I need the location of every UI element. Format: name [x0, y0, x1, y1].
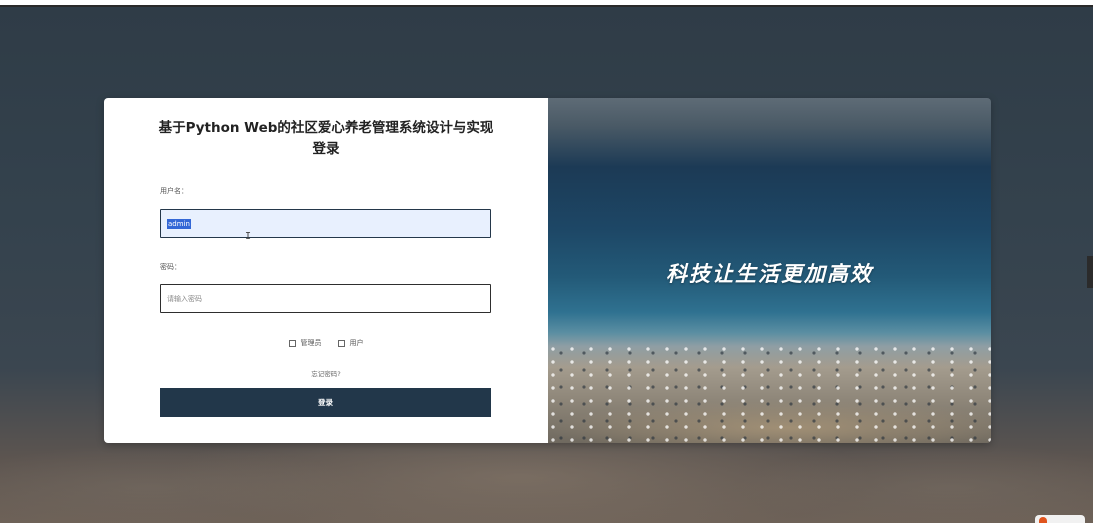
password-placeholder: 请输入密码 — [167, 294, 202, 303]
login-page: 基于Python Web的社区爱心养老管理系统设计与实现登录 用户名： admi… — [0, 0, 1093, 523]
username-label: 用户名： — [160, 187, 188, 195]
role-label-user: 用户 — [349, 339, 364, 347]
login-card: 基于Python Web的社区爱心养老管理系统设计与实现登录 用户名： admi… — [104, 98, 991, 443]
top-divider — [0, 0, 1093, 7]
admin-checkbox[interactable] — [288, 339, 296, 347]
role-label-admin: 管理员 — [300, 339, 322, 347]
username-value: admin — [167, 218, 191, 229]
login-form: 基于Python Web的社区爱心养老管理系统设计与实现登录 用户名： admi… — [104, 98, 548, 443]
page-title: 基于Python Web的社区爱心养老管理系统设计与实现登录 — [158, 120, 494, 157]
banner-slogan: 科技让生活更加高效 — [666, 262, 873, 286]
forgot-password-link[interactable]: 忘记密码? — [104, 368, 548, 378]
text-cursor-icon: I — [245, 231, 252, 242]
corner-logo — [1035, 515, 1085, 523]
logo-icon — [1039, 517, 1047, 523]
beach-umbrellas — [548, 343, 991, 443]
banner-image: 科技让生活更加高效 — [548, 98, 991, 443]
user-checkbox[interactable] — [337, 339, 345, 347]
login-button[interactable]: 登录 — [160, 388, 491, 417]
password-label: 密码： — [160, 263, 181, 271]
role-selector: 管理员 用户 — [104, 338, 548, 348]
username-input[interactable]: admin — [160, 209, 491, 238]
role-option-admin[interactable]: 管理员 — [288, 338, 322, 348]
password-input[interactable]: 请输入密码 — [160, 284, 491, 313]
side-scroll-tab[interactable] — [1087, 256, 1093, 288]
role-option-user[interactable]: 用户 — [337, 338, 364, 348]
